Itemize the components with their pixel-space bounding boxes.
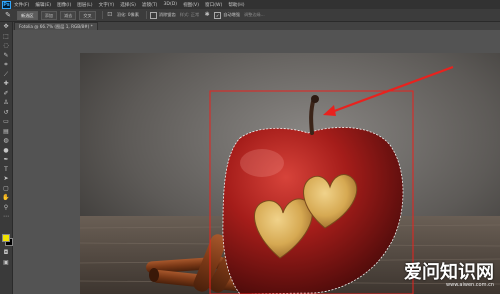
type-tool-icon[interactable]: T bbox=[1, 166, 11, 174]
quick-mask-icon[interactable]: ◘ bbox=[1, 249, 11, 257]
menu-window[interactable]: 窗口(W) bbox=[205, 2, 222, 8]
healing-brush-tool-icon[interactable]: ✚ bbox=[1, 80, 11, 88]
lasso-icon[interactable]: ✎ bbox=[3, 11, 13, 19]
marquee-tool-icon[interactable]: ⬚ bbox=[1, 33, 11, 41]
photoshop-logo: Ps bbox=[2, 0, 11, 9]
divider bbox=[145, 11, 147, 19]
menu-select[interactable]: 选择(S) bbox=[120, 2, 136, 8]
screen-mode-icon[interactable]: ▣ bbox=[1, 259, 11, 267]
menu-edit[interactable]: 编辑(E) bbox=[35, 2, 51, 8]
menu-file[interactable]: 文件(F) bbox=[14, 2, 29, 8]
menu-layer[interactable]: 图层(L) bbox=[77, 2, 92, 8]
pen-tool-icon[interactable]: ✒ bbox=[1, 156, 11, 164]
watermark-text: 爱问知识网 bbox=[404, 262, 494, 283]
feather-label: 羽化: 0像素 bbox=[116, 12, 139, 17]
canvas-image bbox=[80, 53, 500, 294]
sample-all-layers-icon[interactable]: ⊡ bbox=[106, 11, 114, 19]
history-brush-tool-icon[interactable]: ↺ bbox=[1, 109, 11, 117]
antialias-label: 消除锯齿 bbox=[158, 12, 176, 17]
dodge-tool-icon[interactable]: ● bbox=[1, 147, 11, 155]
divider bbox=[101, 11, 103, 19]
watermark-url: www.aiwen.com.cn bbox=[446, 282, 494, 288]
brush-tool-icon[interactable]: ✐ bbox=[1, 90, 11, 98]
tools-panel: ✥ ⬚ ◌ ✎ ⌗ ⟋ ✚ ✐ ♙ ↺ ▭ ▤ ◍ ● ✒ T ➤ ▢ ✋ ⚲ … bbox=[0, 22, 13, 294]
mode-subtract-button[interactable]: 减去 bbox=[59, 10, 77, 20]
blur-tool-icon[interactable]: ◍ bbox=[1, 137, 11, 145]
menu-type[interactable]: 文字(Y) bbox=[99, 2, 115, 8]
menu-view[interactable]: 视图(V) bbox=[183, 2, 199, 8]
mode-new-selection-button[interactable]: 新选区 bbox=[17, 10, 38, 20]
foreground-color-swatch[interactable] bbox=[2, 234, 10, 242]
menu-bar: Ps 文件(F) 编辑(E) 图像(I) 图层(L) 文字(Y) 选择(S) 滤… bbox=[0, 0, 500, 9]
path-select-tool-icon[interactable]: ➤ bbox=[1, 175, 11, 183]
auto-enhance-checkbox[interactable]: ✓ bbox=[214, 11, 222, 19]
menu-3d[interactable]: 3D(D) bbox=[163, 2, 177, 7]
clone-stamp-tool-icon[interactable]: ♙ bbox=[1, 99, 11, 107]
mode-intersect-button[interactable]: 交叉 bbox=[79, 10, 96, 20]
gear-icon[interactable]: ✱ bbox=[203, 11, 211, 19]
crop-tool-icon[interactable]: ⌗ bbox=[1, 61, 11, 69]
quick-select-tool-icon[interactable]: ✎ bbox=[1, 52, 11, 60]
move-tool-icon[interactable]: ✥ bbox=[1, 23, 11, 31]
options-bar: ✎ 新选区 添加 减去 交叉 ⊡ 羽化: 0像素 消除锯齿 样式: 正常 ✱ ✓… bbox=[0, 9, 500, 22]
document-tab-bar: Fotolia @ 66.7% (图层 1, RGB/8#) * bbox=[13, 22, 500, 31]
shape-tool-icon[interactable]: ▢ bbox=[1, 185, 11, 193]
more-tools-icon[interactable]: ⋯ bbox=[1, 213, 11, 221]
refine-edge-button[interactable]: 调整边缘... bbox=[244, 12, 265, 18]
document-canvas[interactable] bbox=[80, 53, 500, 294]
menu-image[interactable]: 图像(I) bbox=[57, 2, 71, 8]
watermark: 爱问知识网 www.aiwen.com.cn bbox=[404, 264, 494, 288]
mode-add-button[interactable]: 添加 bbox=[40, 10, 57, 20]
antialias-checkbox[interactable] bbox=[149, 11, 157, 19]
menu-filter[interactable]: 滤镜(T) bbox=[142, 2, 158, 8]
menu-help[interactable]: 帮助(H) bbox=[228, 2, 244, 8]
lasso-tool-icon[interactable]: ◌ bbox=[1, 42, 11, 50]
style-label: 样式: 正常 bbox=[179, 12, 200, 17]
eraser-tool-icon[interactable]: ▭ bbox=[1, 118, 11, 126]
eyedropper-tool-icon[interactable]: ⟋ bbox=[1, 71, 11, 79]
zoom-tool-icon[interactable]: ⚲ bbox=[1, 204, 11, 212]
gradient-tool-icon[interactable]: ▤ bbox=[1, 128, 11, 136]
hand-tool-icon[interactable]: ✋ bbox=[1, 194, 11, 202]
auto-enhance-label: 自动增强 bbox=[223, 12, 240, 17]
